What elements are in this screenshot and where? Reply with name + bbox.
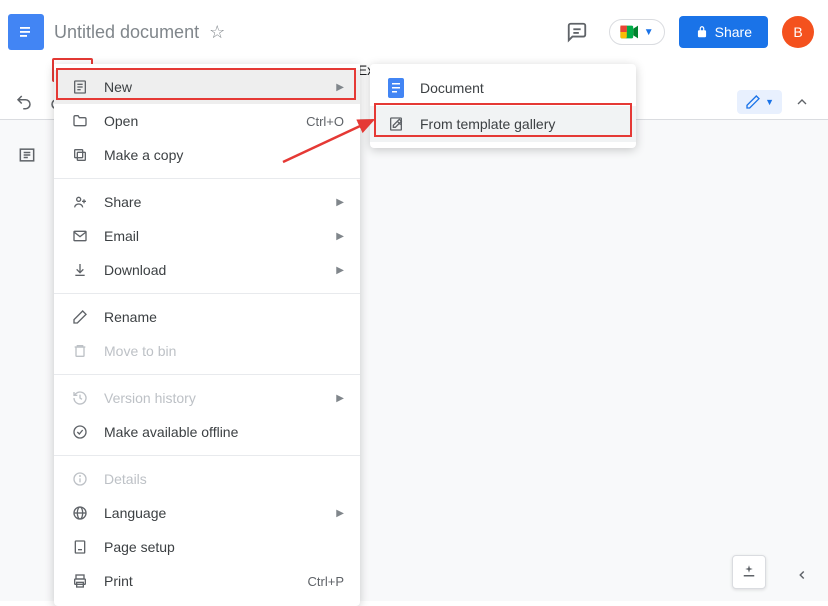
menu-item-label: Details	[104, 471, 344, 487]
menu-item-label: Share	[104, 194, 336, 210]
menu-separator	[54, 293, 360, 294]
chevron-down-icon: ▼	[765, 97, 774, 107]
template-icon	[386, 116, 406, 132]
menu-item-open[interactable]: OpenCtrl+O	[54, 104, 360, 138]
submenu-item-label: Document	[420, 80, 620, 96]
meet-button[interactable]: ▼	[609, 19, 665, 45]
page-setup-icon	[70, 539, 90, 555]
share-button[interactable]: Share	[679, 16, 768, 48]
menu-item-new[interactable]: New▶	[54, 70, 360, 104]
docs-logo[interactable]	[8, 14, 44, 50]
explore-button[interactable]	[732, 555, 766, 589]
menu-item-label: Page setup	[104, 539, 344, 555]
submenu-item-from-template-gallery[interactable]: From template gallery	[370, 106, 636, 142]
mail-icon	[70, 228, 90, 244]
menu-item-download[interactable]: Download▶	[54, 253, 360, 287]
folder-icon	[70, 113, 90, 129]
menu-shortcut: Ctrl+O	[306, 114, 344, 129]
menu-item-label: Print	[104, 573, 308, 589]
print-icon	[70, 573, 90, 589]
menu-item-share[interactable]: Share▶	[54, 185, 360, 219]
menu-item-label: Download	[104, 262, 336, 278]
menu-item-label: Language	[104, 505, 336, 521]
menu-item-language[interactable]: Language▶	[54, 496, 360, 530]
header: Untitled document ☆ ▼ Share B	[0, 0, 828, 56]
person-add-icon	[70, 194, 90, 210]
trash-icon	[70, 343, 90, 359]
info-icon	[70, 471, 90, 487]
download-icon	[70, 262, 90, 278]
submenu-arrow-icon: ▶	[336, 231, 344, 242]
undo-button[interactable]	[10, 88, 38, 116]
doc-icon	[70, 79, 90, 95]
menu-separator	[54, 178, 360, 179]
menu-item-label: Version history	[104, 390, 336, 406]
menu-item-rename[interactable]: Rename	[54, 300, 360, 334]
menu-item-move-to-bin: Move to bin	[54, 334, 360, 368]
menu-item-label: Make available offline	[104, 424, 344, 440]
menu-item-print[interactable]: PrintCtrl+P	[54, 564, 360, 598]
chevron-down-icon: ▼	[644, 27, 654, 38]
globe-icon	[70, 505, 90, 521]
menu-item-details: Details	[54, 462, 360, 496]
expand-up-button[interactable]	[788, 88, 816, 116]
submenu-arrow-icon: ▶	[336, 265, 344, 276]
pencil-icon	[745, 94, 761, 110]
new-submenu: Document From template gallery	[370, 64, 636, 148]
menu-item-page-setup[interactable]: Page setup	[54, 530, 360, 564]
rename-icon	[70, 309, 90, 325]
menu-item-make-a-copy[interactable]: Make a copy	[54, 138, 360, 172]
editing-mode-button[interactable]: ▼	[737, 90, 782, 114]
blue-doc-icon	[386, 78, 406, 98]
menu-item-version-history: Version history▶	[54, 381, 360, 415]
comments-button[interactable]	[559, 14, 595, 50]
menu-item-label: Open	[104, 113, 306, 129]
menu-item-label: Move to bin	[104, 343, 344, 359]
file-menu-dropdown: New▶OpenCtrl+OMake a copyShare▶Email▶Dow…	[54, 64, 360, 606]
lock-icon	[695, 25, 709, 39]
menu-item-label: New	[104, 79, 336, 95]
copy-icon	[70, 147, 90, 163]
menu-separator	[54, 455, 360, 456]
submenu-arrow-icon: ▶	[336, 393, 344, 404]
share-label: Share	[715, 24, 752, 40]
menu-item-label: Make a copy	[104, 147, 344, 163]
star-icon[interactable]: ☆	[209, 22, 225, 43]
history-icon	[70, 390, 90, 406]
side-panel-toggle[interactable]	[790, 563, 814, 587]
menu-item-label: Email	[104, 228, 336, 244]
menu-separator	[54, 374, 360, 375]
outline-button[interactable]	[12, 140, 42, 170]
menu-item-email[interactable]: Email▶	[54, 219, 360, 253]
menu-item-label: Rename	[104, 309, 344, 325]
submenu-item-document[interactable]: Document	[370, 70, 636, 106]
meet-icon	[620, 24, 640, 40]
document-title[interactable]: Untitled document	[54, 22, 199, 43]
submenu-item-label: From template gallery	[420, 116, 620, 132]
menu-shortcut: Ctrl+P	[308, 574, 344, 589]
submenu-arrow-icon: ▶	[336, 82, 344, 93]
offline-icon	[70, 424, 90, 440]
submenu-arrow-icon: ▶	[336, 508, 344, 519]
avatar[interactable]: B	[782, 16, 814, 48]
menu-item-make-available-offline[interactable]: Make available offline	[54, 415, 360, 449]
submenu-arrow-icon: ▶	[336, 197, 344, 208]
